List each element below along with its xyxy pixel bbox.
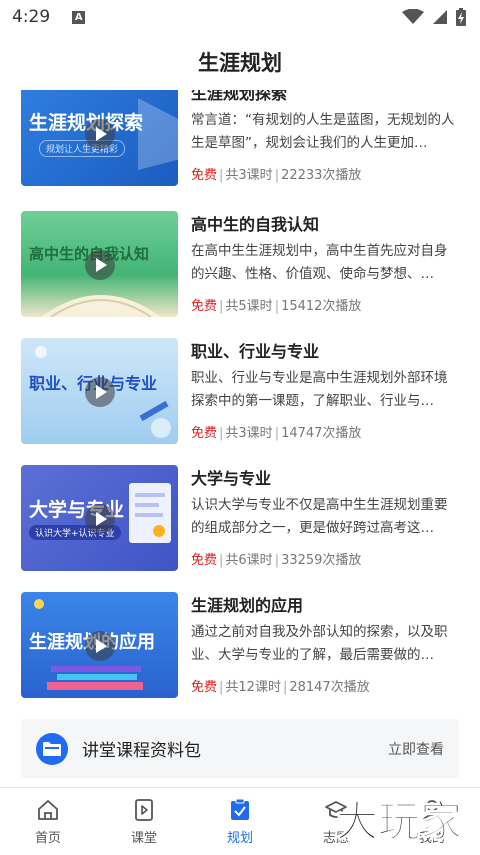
course-title: 职业、行业与专业 <box>191 342 320 361</box>
play-count: 15412次播放 <box>281 299 362 314</box>
watermark-logo: 大玩家 <box>335 796 462 846</box>
course-item[interactable]: 生涯规划的应用 生涯规划的应用 通过之前对自我及外部认知的探索，以及职业、大学与… <box>21 592 461 698</box>
course-thumbnail[interactable]: 生涯规划的应用 <box>21 592 178 698</box>
price-label: 免费 <box>191 168 218 183</box>
course-meta: 免费 | 共12课时 | 28147次播放 <box>191 680 370 695</box>
tab-planning[interactable]: 规划 <box>192 788 288 855</box>
course-meta: 免费 | 共3课时 | 22233次播放 <box>191 168 362 183</box>
package-title: 讲堂课程资料包 <box>82 741 201 761</box>
lesson-count: 共12课时 <box>225 680 281 695</box>
status-time: 4:29 <box>12 7 51 27</box>
course-thumbnail[interactable]: 职业、行业与专业 <box>21 338 178 444</box>
play-icon <box>85 631 115 661</box>
course-item[interactable]: 大学与专业 认识大学+认识专业 大学与专业 认识大学与专业不仅是高中生生涯规划重… <box>21 465 461 571</box>
signal-icon <box>433 10 447 24</box>
play-count: 28147次播放 <box>289 680 370 695</box>
decor-document <box>129 483 171 543</box>
price-label: 免费 <box>191 299 218 314</box>
home-icon <box>38 800 58 820</box>
lesson-count: 共3课时 <box>225 426 273 441</box>
lesson-count: 共5课时 <box>225 299 273 314</box>
course-title: 生涯规划的应用 <box>191 596 304 615</box>
play-count: 14747次播放 <box>281 426 362 441</box>
lesson-count: 共3课时 <box>225 168 273 183</box>
course-description: 通过之前对自我及外部认知的探索，以及职业、大学与专业的了解，最后需要做的… <box>191 624 448 663</box>
notification-a-icon: A <box>72 10 86 24</box>
tab-label: 首页 <box>34 831 61 846</box>
tab-label: 课堂 <box>130 831 157 846</box>
play-count: 22233次播放 <box>281 168 362 183</box>
page-title: 生涯规划 <box>198 51 282 75</box>
svg-text:大玩家: 大玩家 <box>336 797 462 846</box>
price-label: 免费 <box>191 680 218 695</box>
course-meta: 免费 | 共6课时 | 33259次播放 <box>191 553 362 568</box>
course-description: 在高中生生涯规划中，高中生首先应对自身的兴趣、性格、价值观、使命与梦想、… <box>191 243 448 282</box>
status-icons <box>402 8 466 26</box>
view-now-link[interactable]: 立即查看 <box>388 739 444 759</box>
header: 生涯规划 <box>0 34 480 90</box>
course-list[interactable]: 生涯规划探索 规划让人生更精彩 生涯规划探索 常言道：“有规划的人生是蓝图，无规… <box>0 90 480 787</box>
course-item[interactable]: 高中生的自我认知 高中生的自我认知 在高中生生涯规划中，高中生首先应对自身的兴趣… <box>21 211 461 317</box>
course-meta: 免费 | 共3课时 | 14747次播放 <box>191 426 362 441</box>
materials-package-card[interactable]: 讲堂课程资料包 立即查看 <box>21 719 459 778</box>
play-icon <box>85 119 115 149</box>
course-item[interactable]: 职业、行业与专业 职业、行业与专业 职业、行业与专业是高中生涯规划外部环境探索中… <box>21 338 461 444</box>
wifi-icon <box>402 9 424 24</box>
course-meta: 免费 | 共5课时 | 15412次播放 <box>191 299 362 314</box>
course-description: 职业、行业与专业是高中生涯规划外部环境探索中的第一课题，了解职业、行业与… <box>191 370 448 409</box>
play-icon <box>85 250 115 280</box>
tab-home[interactable]: 首页 <box>0 788 96 855</box>
play-icon <box>85 504 115 534</box>
play-count: 33259次播放 <box>281 553 362 568</box>
play-doc-icon <box>135 799 153 821</box>
course-description: 常言道：“有规划的人生是蓝图，无规划的人生是草图”，规划会让我们的人生更加… <box>191 112 455 151</box>
battery-icon <box>456 8 466 26</box>
tab-label: 规划 <box>226 831 253 846</box>
course-thumbnail[interactable]: 大学与专业 认识大学+认识专业 <box>21 465 178 571</box>
course-thumbnail[interactable]: 高中生的自我认知 <box>21 211 178 317</box>
course-title: 高中生的自我认知 <box>191 215 320 234</box>
price-label: 免费 <box>191 553 218 568</box>
folder-icon <box>36 732 68 765</box>
lesson-count: 共6课时 <box>225 553 273 568</box>
course-title: 生涯规划探索 <box>191 90 288 103</box>
course-item[interactable]: 生涯规划探索 规划让人生更精彩 生涯规划探索 常言道：“有规划的人生是蓝图，无规… <box>21 90 461 186</box>
tab-classroom[interactable]: 课堂 <box>96 788 192 855</box>
course-description: 认识大学与专业不仅是高中生生涯规划重要的组成部分之一，更是做好跨过高考这… <box>191 497 448 536</box>
price-label: 免费 <box>191 426 218 441</box>
play-icon <box>85 377 115 407</box>
status-bar: 4:29 A <box>0 0 480 34</box>
clipboard-check-icon <box>231 798 249 820</box>
course-thumbnail[interactable]: 生涯规划探索 规划让人生更精彩 <box>21 90 178 186</box>
course-title: 大学与专业 <box>191 469 272 488</box>
